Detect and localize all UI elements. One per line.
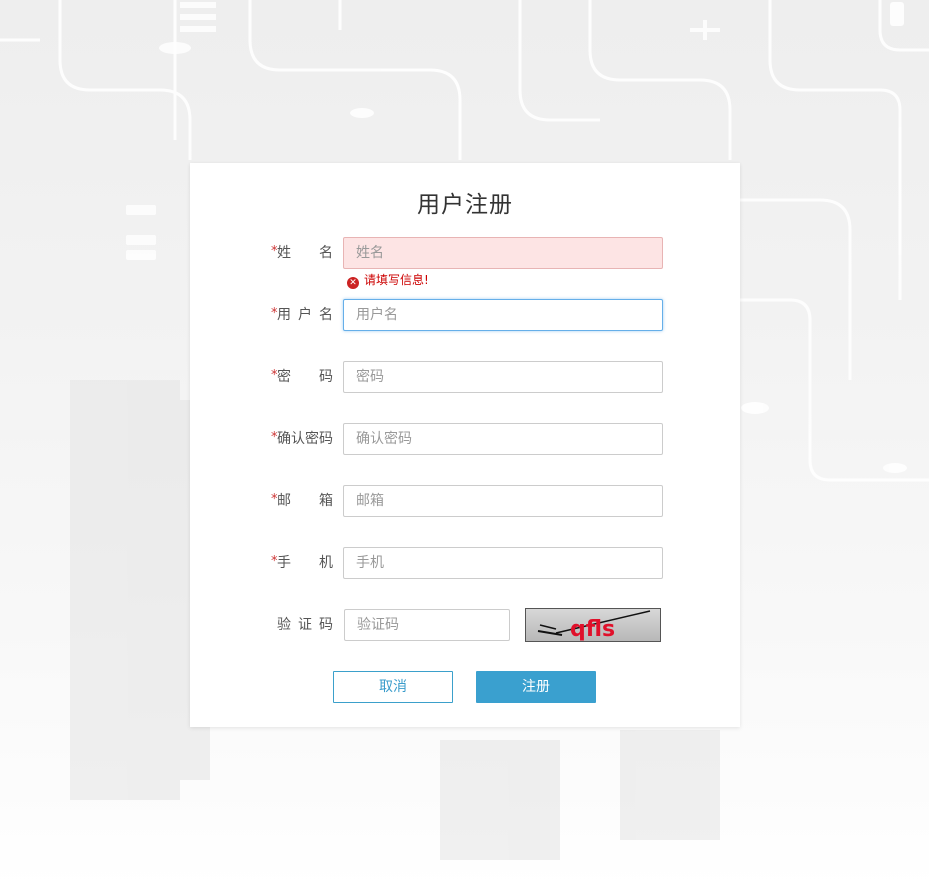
field-label-text: 手机 — [277, 555, 333, 571]
captcha-graphic: qfls — [537, 610, 651, 641]
field-row-username: * 用户名 — [190, 299, 740, 331]
field-label-text: 姓名 — [277, 245, 333, 261]
field-label-text: 验证码 — [277, 617, 333, 633]
page-title: 用户注册 — [417, 192, 513, 218]
field-label-text: 密码 — [277, 369, 333, 385]
register-button[interactable]: 注册 — [476, 671, 596, 703]
field-label-name: * 姓名 — [268, 237, 334, 269]
name-error-message: ✕ 请填写信息! — [347, 272, 429, 289]
error-icon: ✕ — [347, 277, 359, 289]
email-input[interactable] — [343, 485, 663, 517]
password-input[interactable] — [343, 361, 663, 393]
field-label-text: 用户名 — [277, 307, 333, 323]
field-label-password: * 密码 — [268, 361, 334, 393]
field-label-username: * 用户名 — [268, 299, 334, 331]
field-label-captcha: 验证码 — [268, 609, 334, 641]
field-label-email: * 邮箱 — [268, 485, 334, 517]
phone-input[interactable] — [343, 547, 663, 579]
field-row-email: * 邮箱 — [190, 485, 740, 517]
field-row-phone: * 手机 — [190, 547, 740, 579]
captcha-text: qfls — [570, 617, 615, 641]
error-text: 请填写信息! — [364, 273, 429, 287]
field-label-text: 确认密码 — [277, 431, 333, 447]
field-row-captcha: 验证码 qfls — [190, 608, 740, 642]
username-input[interactable] — [343, 299, 663, 331]
name-input[interactable] — [343, 237, 663, 269]
field-row-name: * 姓名 ✕ 请填写信息! — [190, 237, 740, 289]
field-row-confirm-password: * 确认密码 — [190, 423, 740, 455]
field-label-phone: * 手机 — [268, 547, 334, 579]
field-label-confirm-password: * 确认密码 — [268, 423, 334, 455]
field-label-text: 邮箱 — [277, 493, 333, 509]
confirm-password-input[interactable] — [343, 423, 663, 455]
register-card: 用户注册 * 姓名 ✕ 请填写信息! * 用户名 * 密码 * 确认密码 — [190, 163, 740, 727]
captcha-image[interactable]: qfls — [525, 608, 661, 642]
field-row-password: * 密码 — [190, 361, 740, 393]
cancel-button[interactable]: 取消 — [333, 671, 453, 703]
captcha-input[interactable] — [344, 609, 510, 641]
